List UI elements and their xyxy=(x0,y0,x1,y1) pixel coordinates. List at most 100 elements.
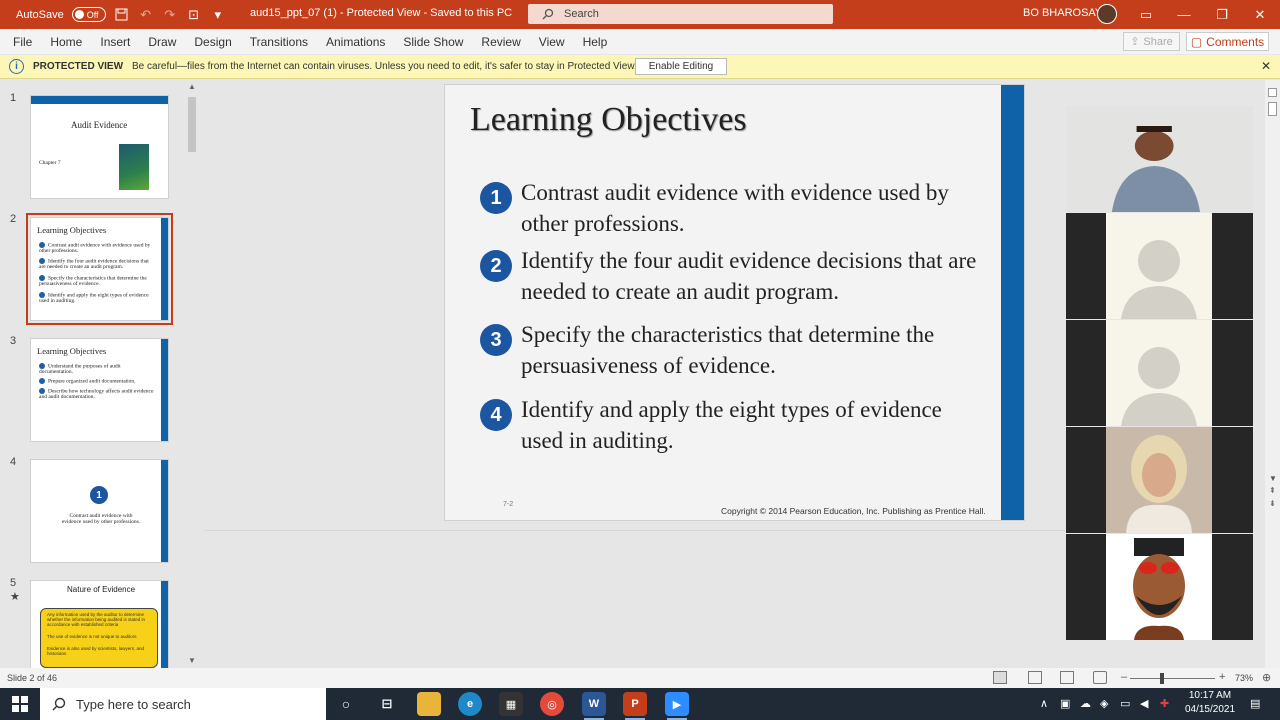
objective-text: Contrast audit evidence with evidence us… xyxy=(521,180,949,236)
status-bar: Slide 2 of 46 xyxy=(0,668,1280,688)
chrome-icon[interactable]: ◎ xyxy=(540,692,564,716)
tab-draw[interactable]: Draw xyxy=(139,35,185,49)
slide-thumbnail-1[interactable]: Audit Evidence Chapter 7 xyxy=(30,95,169,199)
task-view-icon[interactable]: ⊟ xyxy=(375,692,399,716)
powerpoint-icon[interactable]: P xyxy=(623,692,647,720)
scroll-box[interactable] xyxy=(1268,88,1277,97)
current-slide[interactable]: Learning Objectives 1 Contrast audit evi… xyxy=(444,84,1025,521)
video-tile-participant[interactable] xyxy=(1066,427,1253,533)
volume-icon[interactable]: ◀ xyxy=(1140,697,1148,710)
tab-home[interactable]: Home xyxy=(41,35,91,49)
thumbnail-number: 5 xyxy=(10,577,17,589)
store-icon[interactable]: ▦ xyxy=(499,692,523,716)
comments-button[interactable]: ▢ Comments xyxy=(1186,32,1269,51)
objective-text: Identify and apply the eight types of ev… xyxy=(521,397,942,453)
onedrive-icon[interactable]: ☁ xyxy=(1080,697,1091,710)
zoom-out-icon[interactable]: – xyxy=(1121,671,1127,683)
participant-video xyxy=(1106,534,1212,640)
avatar[interactable] xyxy=(1097,4,1117,24)
dropbox-icon[interactable]: ◈ xyxy=(1100,697,1108,710)
network-icon[interactable]: ▭ xyxy=(1120,697,1130,710)
zoom-icon[interactable]: ▶ xyxy=(665,692,689,720)
scroll-thumb[interactable] xyxy=(188,97,196,152)
protected-view-bar: i PROTECTED VIEW Be careful—files from t… xyxy=(0,55,1280,79)
antivirus-icon[interactable]: ✚ xyxy=(1160,697,1169,710)
slide-thumbnail-panel[interactable]: 1 Audit Evidence Chapter 7 2 Learning Ob… xyxy=(0,80,203,668)
tab-design[interactable]: Design xyxy=(185,35,240,49)
info-icon: i xyxy=(9,59,24,74)
meet-now-icon[interactable]: ▣ xyxy=(1060,697,1070,710)
thumbnail-number: 4 xyxy=(10,456,17,468)
file-explorer-icon[interactable] xyxy=(417,692,441,716)
tab-help[interactable]: Help xyxy=(574,35,617,49)
search-icon xyxy=(52,697,66,711)
scroll-down-icon[interactable]: ▼ xyxy=(188,656,196,665)
present-icon[interactable]: ⊡ xyxy=(186,7,202,23)
scroll-down-icon[interactable]: ▼ xyxy=(1269,474,1277,483)
user-name[interactable]: BO BHAROSAY xyxy=(1023,7,1102,19)
customize-toolbar-icon[interactable]: ▾ xyxy=(210,7,226,23)
number-badge: 1 xyxy=(480,182,512,214)
video-tile-participant[interactable] xyxy=(1066,534,1253,640)
video-tile-participant[interactable] xyxy=(1066,320,1253,426)
minimize-icon[interactable]: — xyxy=(1165,0,1203,29)
slide-thumbnail-2[interactable]: Learning Objectives Contrast audit evide… xyxy=(26,213,173,325)
windows-start-icon[interactable] xyxy=(12,696,28,712)
restore-icon[interactable]: ❐ xyxy=(1203,0,1241,29)
edge-icon[interactable]: e xyxy=(458,692,482,716)
redo-icon[interactable]: ↷ xyxy=(162,7,178,23)
tab-view[interactable]: View xyxy=(530,35,574,49)
slide-thumbnail-4[interactable]: 1 Contrast audit evidence with evidence … xyxy=(30,459,169,563)
slide-sorter-icon[interactable] xyxy=(1028,671,1042,684)
autosave-toggle[interactable]: Off xyxy=(71,7,106,22)
slide-thumbnail-3[interactable]: Learning Objectives Understand the purpo… xyxy=(30,338,169,442)
slide-thumbnail-5[interactable]: Nature of Evidence Any information used … xyxy=(30,580,169,668)
tab-review[interactable]: Review xyxy=(472,35,529,49)
zoom-level[interactable]: 73% xyxy=(1235,673,1253,683)
bullet-icon xyxy=(39,388,45,394)
save-icon[interactable] xyxy=(114,7,130,23)
video-tile-participant[interactable] xyxy=(1066,213,1253,319)
thumbnail-title: Audit Evidence xyxy=(71,120,128,130)
share-button[interactable]: ⇪ Share xyxy=(1123,32,1180,51)
tab-transitions[interactable]: Transitions xyxy=(241,35,317,49)
close-icon[interactable]: ✕ xyxy=(1241,0,1279,29)
thumbnail-scrollbar[interactable]: ▲ ▼ xyxy=(187,80,197,668)
tab-insert[interactable]: Insert xyxy=(91,35,139,49)
close-icon[interactable]: ✕ xyxy=(1261,59,1271,73)
zoom-slider[interactable] xyxy=(1130,678,1215,679)
tab-slide-show[interactable]: Slide Show xyxy=(394,35,472,49)
scroll-up-icon[interactable]: ▲ xyxy=(188,82,196,91)
zoom-in-icon[interactable]: + xyxy=(1219,671,1225,683)
enable-editing-button[interactable]: Enable Editing xyxy=(635,58,727,75)
document-title: aud15_ppt_07 (1) - Protected View - Save… xyxy=(250,7,513,19)
fit-to-window-icon[interactable]: ⊕ xyxy=(1262,671,1271,684)
show-hidden-icons-icon[interactable]: ∧ xyxy=(1040,697,1048,710)
copyright-footer: Copyright © 2014 Pearson Education, Inc.… xyxy=(721,506,986,516)
right-scrollbar[interactable]: ▼ ⇞ ⇟ xyxy=(1265,80,1280,668)
undo-icon[interactable]: ↶ xyxy=(138,7,154,23)
tab-animations[interactable]: Animations xyxy=(317,35,394,49)
cortana-icon[interactable]: ○ xyxy=(334,692,358,716)
thumbnail-line: Prepare organized audit documentation. xyxy=(48,378,136,385)
normal-view-icon[interactable] xyxy=(993,671,1007,684)
protected-view-message: Be careful—files from the Internet can c… xyxy=(132,61,637,72)
number-badge: 4 xyxy=(480,399,512,431)
thumbnail-subtitle: Chapter 7 xyxy=(39,160,61,166)
video-tile-presenter[interactable] xyxy=(1066,106,1253,212)
tab-file[interactable]: File xyxy=(0,35,41,49)
slideshow-icon[interactable] xyxy=(1093,671,1107,684)
ribbon-display-icon[interactable]: ▭ xyxy=(1127,0,1165,29)
notification-icon[interactable]: ▤ xyxy=(1250,697,1260,710)
word-icon[interactable]: W xyxy=(582,692,606,720)
thumbnail-line: Identify the four audit evidence decisio… xyxy=(39,258,149,271)
scroll-thumb[interactable] xyxy=(1268,102,1277,116)
zoom-slider-knob[interactable] xyxy=(1160,673,1164,684)
system-clock[interactable]: 10:17 AM 04/15/2021 xyxy=(1180,689,1240,717)
search-box[interactable]: Search xyxy=(528,4,833,24)
reading-view-icon[interactable] xyxy=(1060,671,1074,684)
taskbar-search[interactable]: Type here to search xyxy=(40,688,326,720)
next-slide-icon[interactable]: ⇟ xyxy=(1269,499,1276,508)
participant-video xyxy=(1106,427,1212,533)
previous-slide-icon[interactable]: ⇞ xyxy=(1269,486,1276,495)
